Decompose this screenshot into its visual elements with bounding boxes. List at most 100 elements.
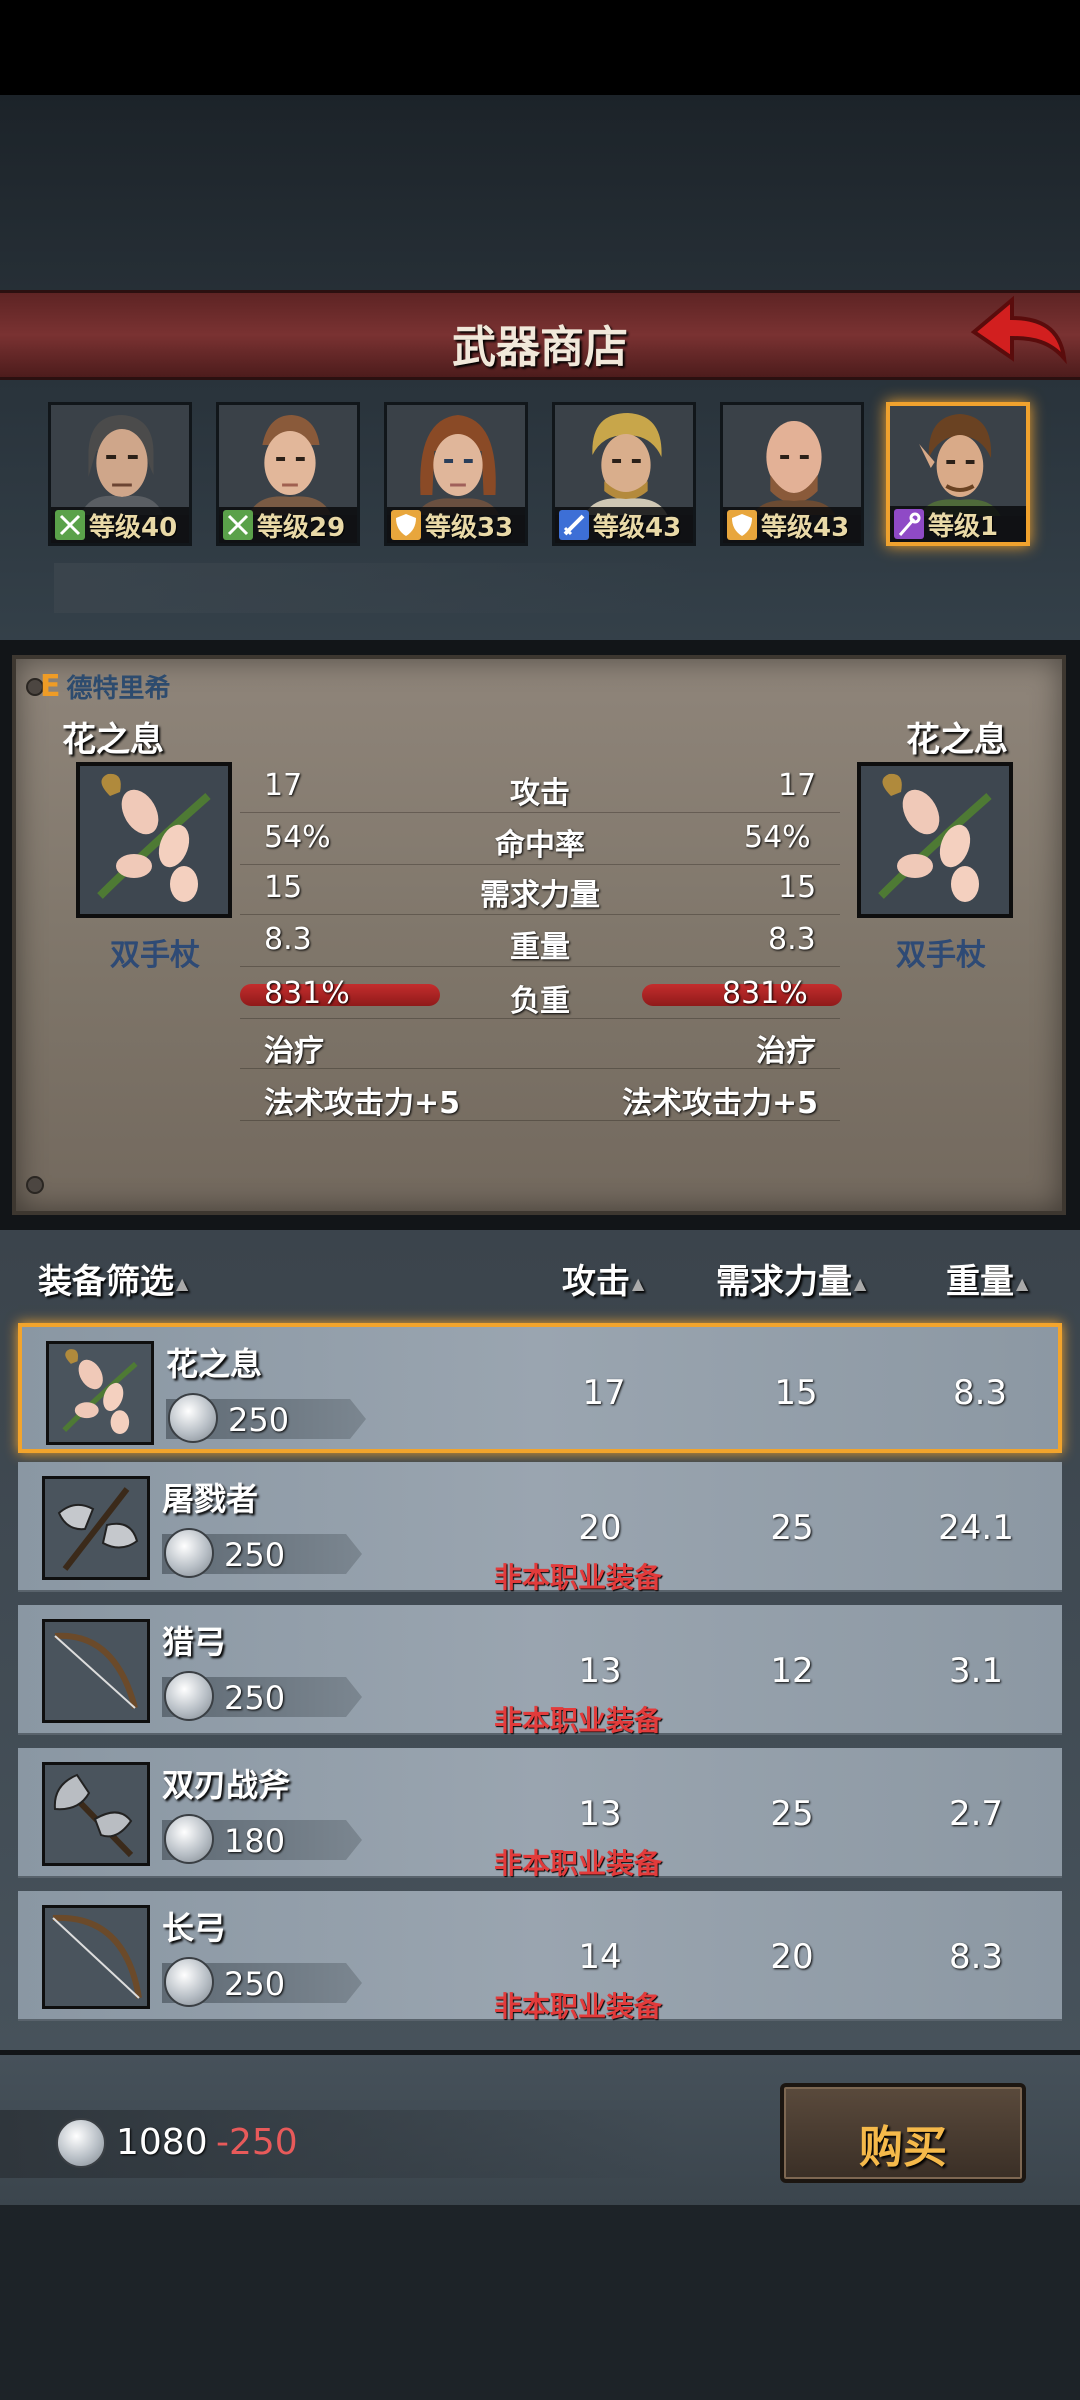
status-bar xyxy=(0,0,1080,95)
right-hit: 54% xyxy=(744,820,811,855)
shield-icon xyxy=(391,510,421,540)
item-weight: 8.3 xyxy=(948,1937,1004,1977)
item-name: 长弓 xyxy=(162,1909,227,1947)
str-header[interactable]: 需求力量 ▲ xyxy=(716,1254,866,1303)
left-weight: 8.3 xyxy=(264,922,312,957)
party-member-6[interactable]: 等级1 xyxy=(886,402,1030,546)
silver-coin-icon xyxy=(164,1957,214,2007)
shop-title: 武器商店 xyxy=(452,322,628,373)
right-effect-heal: 治疗 xyxy=(756,1034,816,1069)
item-str: 20 xyxy=(770,1937,814,1977)
item-weight: 3.1 xyxy=(948,1651,1004,1691)
hero-portrait xyxy=(723,405,861,515)
hero-level-row: 等级29 xyxy=(219,507,357,543)
str-label: 需求力量 xyxy=(716,1262,852,1302)
list-item[interactable]: 长弓 250 14 20 8.3 非本职业装备 xyxy=(18,1891,1062,2023)
right-load: 831% xyxy=(722,976,808,1011)
money-delta: -250 xyxy=(216,2122,298,2163)
hero-portrait xyxy=(555,405,693,515)
item-icon xyxy=(42,1619,150,1723)
item-name: 猎弓 xyxy=(162,1623,227,1661)
party-member-5[interactable]: 等级43 xyxy=(720,402,864,546)
item-price: 250 xyxy=(224,1965,286,2003)
item-name: 花之息 xyxy=(166,1345,263,1383)
title-bar: 武器商店 xyxy=(0,290,1080,380)
buy-button[interactable]: 购买 xyxy=(780,2083,1026,2183)
item-weight: 2.7 xyxy=(948,1794,1004,1834)
item-str: 25 xyxy=(770,1508,814,1548)
shield-icon xyxy=(727,510,757,540)
item-str: 12 xyxy=(770,1651,814,1691)
hero-level: 等级29 xyxy=(257,512,346,543)
flower-staff-icon xyxy=(878,773,992,902)
left-hit: 54% xyxy=(264,820,331,855)
label-load: 负重 xyxy=(510,984,570,1019)
party-member-3[interactable]: 等级33 xyxy=(384,402,528,546)
label-hit: 命中率 xyxy=(495,828,585,863)
item-price: 250 xyxy=(224,1679,286,1717)
item-icon xyxy=(42,1905,150,2009)
hero-level-row: 等级43 xyxy=(555,507,693,543)
item-attack: 13 xyxy=(578,1794,622,1834)
item-price: 180 xyxy=(224,1822,286,1860)
silver-coin-icon xyxy=(164,1528,214,1578)
hero-level: 等级43 xyxy=(761,512,850,543)
hero-level-row: 等级1 xyxy=(890,506,1026,542)
list-item[interactable]: 猎弓 250 13 12 3.1 非本职业装备 xyxy=(18,1605,1062,1737)
item-price: 250 xyxy=(228,1401,290,1439)
owner-name: 德特里希 xyxy=(66,674,171,704)
filter-header[interactable]: 装备筛选 ▲ xyxy=(38,1254,188,1303)
bow-icon xyxy=(55,510,85,540)
battle-axe-icon xyxy=(57,1487,139,1571)
equipped-item-image xyxy=(76,762,232,918)
weight-header[interactable]: 重量 ▲ xyxy=(946,1254,1028,1303)
party-member-4[interactable]: 等级43 xyxy=(552,402,696,546)
left-effect-spell: 法术攻击力+5 xyxy=(264,1086,461,1121)
list-item[interactable]: 双刃战斧 180 13 25 2.7 非本职业装备 xyxy=(18,1748,1062,1880)
hero-level-row: 等级43 xyxy=(723,507,861,543)
party-member-2[interactable]: 等级29 xyxy=(216,402,360,546)
item-attack: 17 xyxy=(582,1373,626,1413)
weight-label: 重量 xyxy=(946,1262,1014,1302)
shop-item-type: 双手杖 xyxy=(896,938,986,973)
attack-header[interactable]: 攻击 ▲ xyxy=(562,1254,644,1303)
hero-portrait xyxy=(51,405,189,515)
item-icon xyxy=(42,1476,150,1580)
party-member-1[interactable]: 等级40 xyxy=(48,402,192,546)
class-warning: 非本职业装备 xyxy=(493,1561,662,1594)
divider xyxy=(240,864,840,865)
hero-level: 等级43 xyxy=(593,512,682,543)
attack-label: 攻击 xyxy=(562,1262,630,1302)
item-str: 15 xyxy=(774,1373,818,1413)
flower-staff-icon xyxy=(97,773,211,902)
hero-level: 等级33 xyxy=(425,512,514,543)
shop-item-image xyxy=(857,762,1013,918)
class-warning: 非本职业装备 xyxy=(493,1704,662,1737)
sort-icon: ▲ xyxy=(854,1274,867,1293)
hero-level-row: 等级40 xyxy=(51,507,189,543)
item-weight: 24.1 xyxy=(938,1508,1014,1548)
item-attack: 14 xyxy=(578,1937,622,1977)
money-amount: 1080 xyxy=(116,2122,208,2163)
back-button[interactable] xyxy=(968,292,1068,372)
item-attack: 20 xyxy=(578,1508,622,1548)
class-warning: 非本职业装备 xyxy=(493,1847,662,1880)
item-str: 25 xyxy=(770,1794,814,1834)
flower-staff-icon xyxy=(62,1349,138,1435)
list-item[interactable]: 屠戮者 250 20 25 24.1 非本职业装备 xyxy=(18,1462,1062,1594)
sort-icon: ▲ xyxy=(632,1274,645,1293)
bow-icon xyxy=(54,1632,138,1709)
item-weight: 8.3 xyxy=(952,1373,1008,1413)
divider xyxy=(240,914,840,915)
silver-coin-icon xyxy=(164,1671,214,1721)
list-item[interactable]: 花之息 250 17 15 8.3 xyxy=(18,1323,1062,1453)
silver-coin-icon xyxy=(56,2118,106,2168)
list-header: 装备筛选 ▲ 攻击 ▲ 需求力量 ▲ 重量 ▲ xyxy=(0,1240,1080,1310)
item-name: 屠戮者 xyxy=(162,1480,259,1518)
silver-coin-icon xyxy=(164,1814,214,1864)
grade-badge: E xyxy=(40,669,61,704)
divider xyxy=(240,966,840,967)
left-str: 15 xyxy=(264,870,303,905)
hero-portrait xyxy=(219,405,357,515)
filter-label: 装备筛选 xyxy=(38,1262,174,1302)
